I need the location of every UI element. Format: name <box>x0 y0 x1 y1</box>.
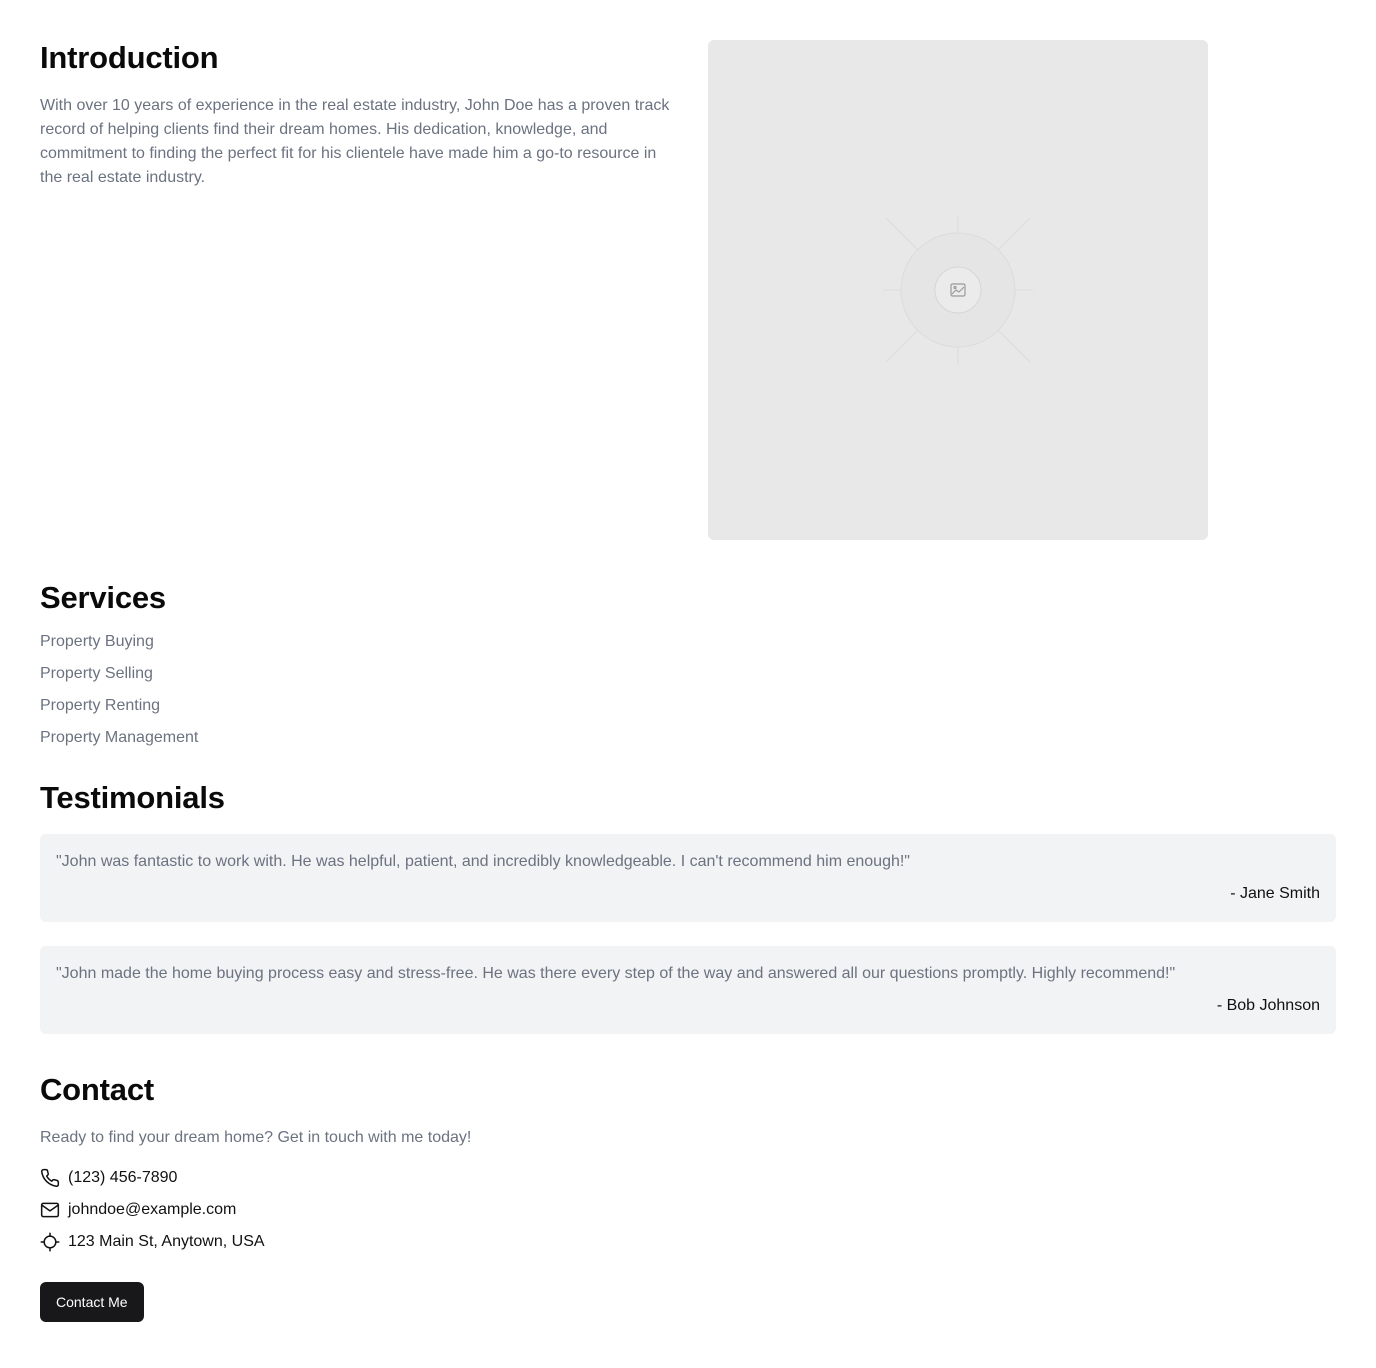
contact-address-text: 123 Main St, Anytown, USA <box>68 1233 265 1250</box>
contact-lead: Ready to find your dream home? Get in to… <box>40 1129 472 1146</box>
intro-section: Introduction With over 10 years of exper… <box>40 40 1336 540</box>
image-icon <box>883 215 1033 365</box>
phone-icon <box>40 1168 60 1188</box>
testimonial-author: - Jane Smith <box>1230 885 1320 902</box>
intro-body: With over 10 years of experience in the … <box>40 97 670 186</box>
contact-me-button[interactable]: Contact Me <box>40 1282 144 1322</box>
service-item: Property Buying <box>40 633 154 650</box>
services-section: Services Property Buying Property Sellin… <box>40 580 1336 750</box>
contact-address: 123 Main St, Anytown, USA <box>40 1230 1336 1254</box>
services-list: Property Buying Property Selling Propert… <box>40 630 1336 750</box>
contact-title: Contact <box>40 1072 154 1107</box>
contact-phone-text: (123) 456-7890 <box>68 1169 178 1186</box>
testimonial-card: "John was fantastic to work with. He was… <box>40 834 1336 922</box>
testimonial-card: "John made the home buying process easy … <box>40 946 1336 1034</box>
service-item: Property Renting <box>40 697 161 714</box>
testimonial-author: - Bob Johnson <box>1216 997 1320 1014</box>
mail-icon <box>40 1200 60 1220</box>
testimonials-section: Testimonials "John was fantastic to work… <box>40 780 1336 1034</box>
contact-section: Contact Ready to find your dream home? G… <box>40 1072 1336 1322</box>
location-icon <box>40 1232 60 1252</box>
service-item: Property Selling <box>40 665 153 682</box>
service-item: Property Management <box>40 729 199 746</box>
image-placeholder <box>708 40 1208 540</box>
testimonials-title: Testimonials <box>40 780 225 815</box>
testimonial-quote: "John made the home buying process easy … <box>56 965 1176 982</box>
contact-phone: (123) 456-7890 <box>40 1166 1336 1190</box>
contact-email: johndoe@example.com <box>40 1198 1336 1222</box>
intro-title: Introduction <box>40 40 219 75</box>
contact-list: (123) 456-7890 johndoe@example.com 123 M… <box>40 1166 1336 1254</box>
services-title: Services <box>40 580 166 615</box>
contact-email-text: johndoe@example.com <box>68 1201 237 1218</box>
testimonial-quote: "John was fantastic to work with. He was… <box>56 853 910 870</box>
page: Introduction With over 10 years of exper… <box>0 0 1376 1368</box>
intro-text: Introduction With over 10 years of exper… <box>40 40 672 540</box>
